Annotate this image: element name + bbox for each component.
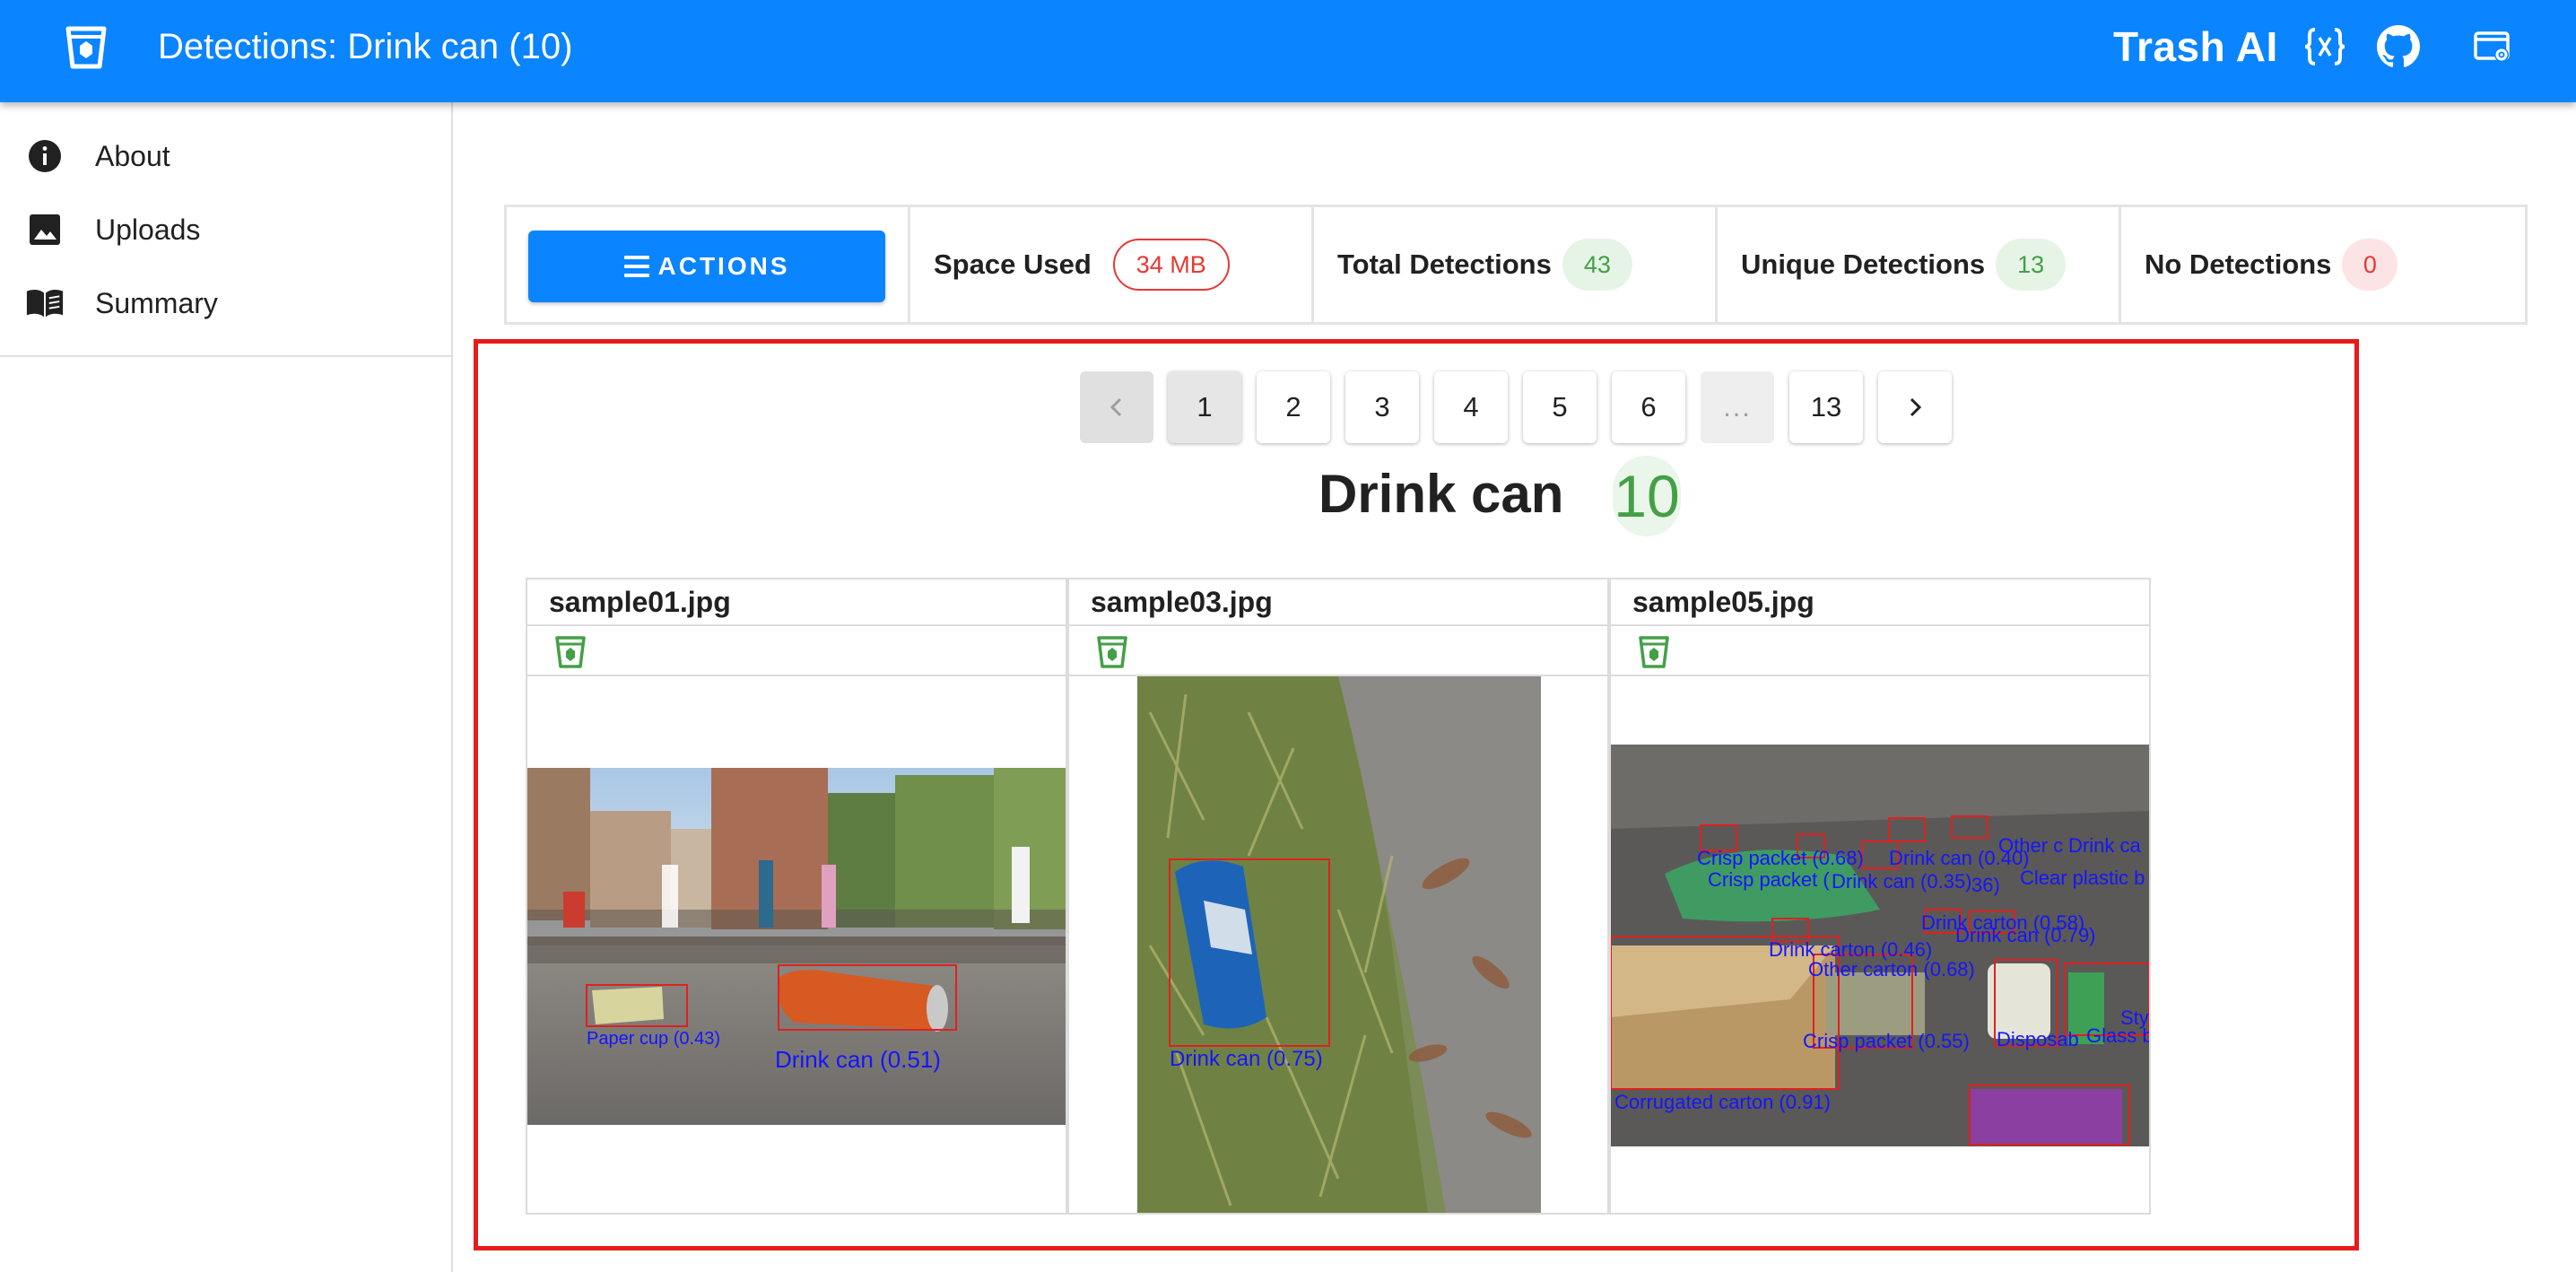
space-used-stat: Space Used 34 MB — [910, 207, 1314, 322]
menu-icon — [623, 256, 649, 277]
detection-label: Drink ca — [2068, 834, 2141, 857]
pagination-page-6[interactable]: 6 — [1612, 371, 1685, 443]
image-filename[interactable]: sample01.jpg — [527, 579, 1066, 626]
detection-label: Drink can (0.35) — [1832, 870, 1972, 893]
page-title: Detections: Drink can (10) — [158, 27, 573, 66]
sidebar: About Uploads Summary — [0, 102, 453, 1272]
actions-label: ACTIONS — [657, 252, 790, 280]
detection-label: Clear plastic b — [2020, 867, 2145, 889]
brand-name[interactable]: Trash AI — [2113, 22, 2278, 72]
pagination-next-button[interactable] — [1878, 371, 1952, 443]
sidebar-item-uploads[interactable]: Uploads — [0, 194, 451, 266]
pagination-page-last[interactable]: 13 — [1789, 371, 1863, 443]
total-detections-label: Total Detections — [1337, 248, 1552, 280]
actions-button[interactable]: ACTIONS — [528, 231, 885, 302]
book-icon — [25, 283, 65, 323]
image-preview[interactable]: Drink can (0.75) — [1069, 676, 1607, 1213]
image-icon — [25, 210, 65, 249]
space-used-label: Space Used — [934, 248, 1092, 280]
pagination-page-1[interactable]: 1 — [1168, 371, 1241, 443]
total-detections-badge: 43 — [1562, 239, 1632, 291]
trash-bin-icon[interactable] — [1096, 635, 1128, 669]
image-preview[interactable]: Paper cup (0.43) Drink can (0.51) — [527, 676, 1066, 1213]
unique-detections-label: Unique Detections — [1741, 248, 1986, 280]
image-actions-row — [527, 626, 1066, 676]
detection-label: Other carton (0.68) — [1808, 958, 1975, 980]
github-icon[interactable] — [2375, 23, 2422, 70]
detection-label: Paper cup (0.43) — [587, 1029, 720, 1049]
image-card: sample03.jpg Drink can (0.75) — [1067, 578, 1609, 1215]
detection-heading: Drink can — [1318, 464, 1564, 524]
sidebar-item-label: Uploads — [95, 213, 201, 246]
pagination-page-2[interactable]: 2 — [1257, 371, 1330, 443]
image-preview[interactable]: Crisp packet (0.68) Drink can (0.40) Oth… — [1610, 676, 2154, 1213]
info-icon — [25, 136, 65, 176]
detection-label: Drink can (0.75) — [1170, 1047, 1323, 1071]
trash-bin-icon[interactable] — [1638, 635, 1670, 669]
unique-detections-stat: Unique Detections 13 — [1718, 207, 2121, 322]
chevron-left-icon — [1110, 397, 1122, 417]
detection-label: Crisp packet (0.68) — [1697, 847, 1864, 869]
sidebar-item-about[interactable]: About — [0, 120, 451, 192]
detection-label: Crisp packet ( — [1708, 868, 1830, 891]
app-bar: Detections: Drink can (10) Trash AI — [0, 0, 2576, 102]
sidebar-divider — [0, 355, 451, 357]
image-filename[interactable]: sample03.jpg — [1069, 579, 1607, 626]
detection-label: Other c — [1998, 834, 2063, 857]
no-detections-stat: No Detections 0 — [2121, 207, 2525, 322]
actions-cell: ACTIONS — [507, 207, 910, 322]
image-card: sample01.jpg Paper cup (0.43) Drink can … — [526, 578, 1067, 1215]
sidebar-item-summary[interactable]: Summary — [0, 267, 451, 339]
detection-label: Drink can (0.51) — [775, 1046, 941, 1073]
no-detections-label: No Detections — [2145, 248, 2332, 280]
detection-label: Crisp packet (0.55) — [1803, 1030, 1970, 1052]
image-grid: sample01.jpg Paper cup (0.43) Drink can … — [526, 578, 2154, 1215]
sidebar-item-label: Summary — [95, 286, 218, 319]
pagination-page-3[interactable]: 3 — [1345, 371, 1419, 443]
stats-bar: ACTIONS Space Used 34 MB Total Detection… — [504, 205, 2528, 325]
image-card: sample05.jpg Crisp packet (0.68) Drink c… — [1609, 578, 2154, 1215]
trash-bin-icon[interactable] — [554, 635, 587, 669]
total-detections-stat: Total Detections 43 — [1314, 207, 1718, 322]
detection-label: Drink can (0.79) — [1955, 924, 2096, 946]
pagination-ellipsis: ... — [1701, 371, 1774, 443]
detection-label: Disposab — [1997, 1028, 2079, 1050]
detection-count-badge: 10 — [1613, 456, 1681, 536]
pagination-prev-button[interactable] — [1080, 371, 1153, 443]
trash-logo-icon[interactable] — [63, 23, 109, 70]
settings-window-icon[interactable] — [2468, 23, 2515, 70]
sidebar-item-label: About — [95, 139, 170, 172]
image-actions-row — [1611, 626, 2149, 676]
unique-detections-badge: 13 — [1996, 239, 2067, 291]
space-used-badge: 34 MB — [1112, 239, 1230, 291]
chevron-right-icon — [1910, 397, 1922, 417]
image-filename[interactable]: sample05.jpg — [1611, 579, 2149, 626]
detection-label: 36) — [1971, 874, 2000, 896]
pagination-page-4[interactable]: 4 — [1434, 371, 1508, 443]
detection-label: Glass b — [2086, 1024, 2149, 1047]
detection-label: Corrugated carton (0.91) — [1614, 1091, 1831, 1113]
pagination-page-5[interactable]: 5 — [1523, 371, 1597, 443]
no-detections-badge: 0 — [2342, 239, 2398, 291]
image-actions-row — [1069, 626, 1607, 676]
code-braces-icon[interactable] — [2302, 23, 2348, 70]
